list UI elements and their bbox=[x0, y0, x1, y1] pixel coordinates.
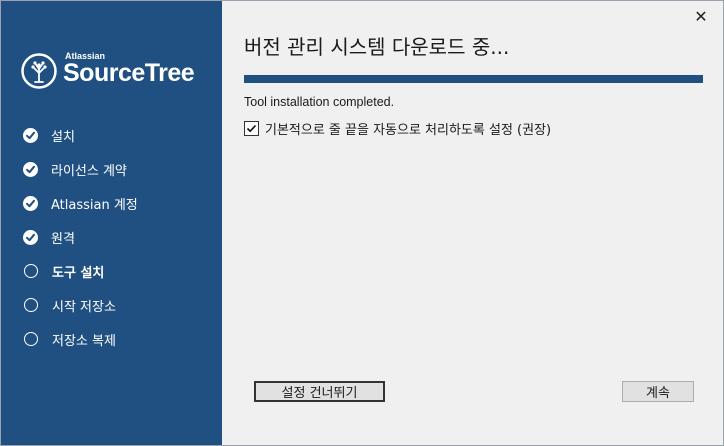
page-title: 버전 관리 시스템 다운로드 중... bbox=[244, 35, 510, 59]
sidebar: Atlassian SourceTree 설치 라이선스 계약 Atlassia… bbox=[1, 1, 222, 445]
auto-eol-checkbox[interactable] bbox=[244, 121, 259, 136]
installer-window: Atlassian SourceTree 설치 라이선스 계약 Atlassia… bbox=[0, 0, 724, 446]
circle-icon bbox=[24, 332, 38, 346]
step-label: 도구 설치 bbox=[52, 265, 105, 281]
circle-icon bbox=[24, 264, 38, 278]
checkmark-icon bbox=[23, 161, 38, 177]
progress-fill bbox=[244, 75, 703, 83]
step-item-remote: 원격 bbox=[23, 220, 138, 254]
continue-button[interactable]: 계속 bbox=[622, 381, 694, 402]
step-item-tool-install: 도구 설치 bbox=[23, 254, 138, 288]
step-label: 시작 저장소 bbox=[52, 299, 116, 315]
checkmark-icon bbox=[23, 229, 38, 245]
checkmark-icon bbox=[23, 127, 38, 143]
status-text: Tool installation completed. bbox=[244, 95, 395, 109]
step-item-license: 라이선스 계약 bbox=[23, 152, 138, 186]
step-label: 저장소 복제 bbox=[52, 333, 116, 349]
auto-eol-option[interactable]: 기본적으로 줄 끝을 자동으로 처리하도록 설정 (권장) bbox=[244, 119, 551, 138]
auto-eol-label: 기본적으로 줄 끝을 자동으로 처리하도록 설정 (권장) bbox=[265, 123, 552, 138]
checkmark-icon bbox=[23, 195, 38, 211]
step-label: 원격 bbox=[51, 231, 75, 247]
logo-product: SourceTree bbox=[63, 59, 195, 87]
circle-icon bbox=[24, 298, 38, 312]
close-icon[interactable]: ✕ bbox=[693, 9, 709, 25]
step-item-install: 설치 bbox=[23, 118, 138, 152]
step-list: 설치 라이선스 계약 Atlassian 계정 원격 도구 설치 시작 저장소 … bbox=[23, 118, 138, 356]
step-label: 설치 bbox=[51, 129, 75, 145]
skip-setup-button[interactable]: 설정 건너뛰기 bbox=[254, 381, 385, 402]
checkmark-icon bbox=[246, 124, 257, 133]
progress-bar bbox=[244, 75, 703, 83]
step-item-clone-repo: 저장소 복제 bbox=[23, 322, 138, 356]
sourcetree-logo-icon bbox=[21, 53, 57, 89]
step-item-account: Atlassian 계정 bbox=[23, 186, 138, 220]
step-label: 라이선스 계약 bbox=[51, 163, 127, 179]
logo: Atlassian SourceTree bbox=[21, 51, 201, 91]
step-item-start-repo: 시작 저장소 bbox=[23, 288, 138, 322]
step-label: Atlassian 계정 bbox=[51, 197, 138, 213]
